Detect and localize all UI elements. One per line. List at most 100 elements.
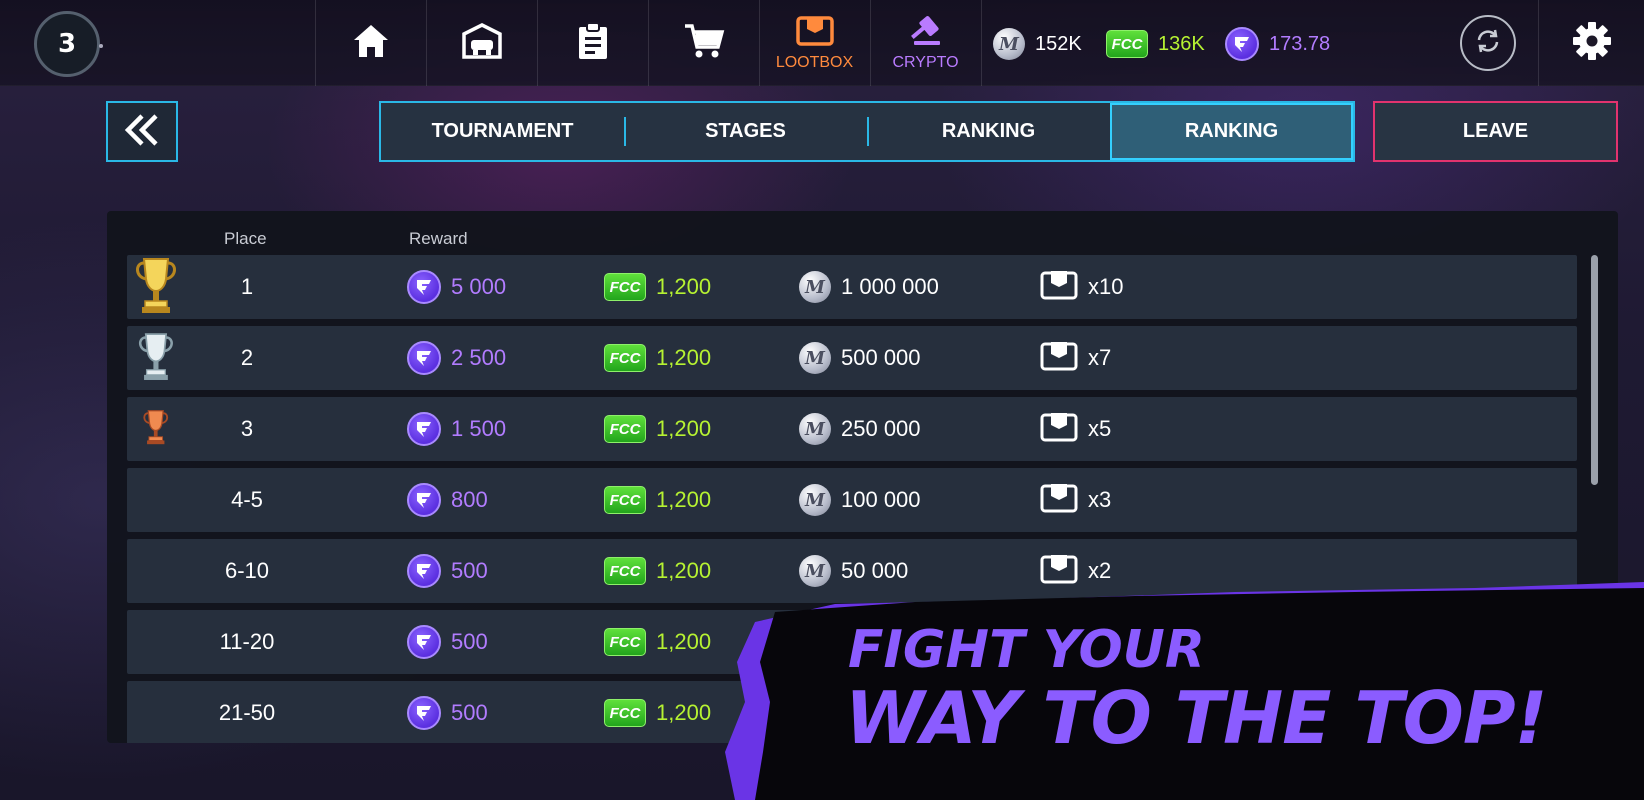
fv-token-icon <box>407 412 441 446</box>
column-header-reward: Reward <box>409 229 468 248</box>
player-level-badge[interactable]: 3 <box>34 11 103 77</box>
promo-headline-line1: FIGHT YOUR <box>848 620 1205 680</box>
place-value: 3 <box>240 416 254 441</box>
fv-token-icon <box>407 270 441 304</box>
lootbox-reward: x3 <box>1040 468 1111 532</box>
fcc-reward-value: 1,200 <box>656 558 712 583</box>
fcc-reward: FCC 1,200 <box>604 326 711 390</box>
tab-ranking[interactable]: RANKING <box>867 103 1110 160</box>
place-value: 1 <box>240 274 254 299</box>
promo-headline-line2: WAY TO THE TOP! <box>845 676 1547 760</box>
fcc-reward-value: 1,200 <box>656 416 712 441</box>
level-indicator-dot <box>99 44 103 48</box>
garage-icon <box>461 22 503 64</box>
nav-crypto-button[interactable]: CRYPTO <box>870 0 980 86</box>
fv-reward-value: 500 <box>451 558 488 583</box>
fcc-icon: FCC <box>604 699 646 727</box>
m-coins-balance: M 152K <box>993 28 1082 60</box>
fv-token-icon <box>1225 27 1259 61</box>
refresh-button[interactable] <box>1460 15 1516 71</box>
nav-crypto-label: CRYPTO <box>892 53 959 71</box>
fcc-value: 136K <box>1158 32 1205 55</box>
fcc-icon: FCC <box>604 415 646 443</box>
fv-balance: 173.78 <box>1225 27 1331 61</box>
tab-tournament[interactable]: TOURNAMENT <box>381 103 624 160</box>
fv-token-icon <box>407 483 441 517</box>
fcc-icon: FCC <box>604 273 646 301</box>
tab-ranking-rewards[interactable]: RANKING <box>1110 103 1353 160</box>
table-row: 1 5 000 FCC 1,200 M 1 000 000 x10 <box>127 255 1577 319</box>
fcc-reward-value: 1,200 <box>656 345 712 370</box>
refresh-icon <box>1473 26 1503 60</box>
fv-reward-value: 2 500 <box>451 345 507 370</box>
column-header-place: Place <box>224 229 267 248</box>
fcc-icon: FCC <box>604 486 646 514</box>
back-button[interactable] <box>106 101 178 162</box>
fcc-icon: FCC <box>604 344 646 372</box>
table-row: 3 1 500 FCC 1,200 M 250 000 x5 <box>127 397 1577 461</box>
lootbox-reward-value: x10 <box>1088 274 1124 299</box>
lootbox-reward-value: x5 <box>1088 416 1112 441</box>
fcc-reward-value: 1,200 <box>656 629 712 654</box>
m-coin-reward: M 500 000 <box>799 326 921 390</box>
tab-stages[interactable]: STAGES <box>624 103 867 160</box>
fcc-reward: FCC 1,200 <box>604 255 711 319</box>
m-coin-reward-value: 50 000 <box>841 558 909 583</box>
settings-button[interactable] <box>1538 0 1644 86</box>
fv-reward: 2 500 <box>407 326 506 390</box>
m-coin-reward-value: 1 000 000 <box>841 274 939 299</box>
m-coin-icon: M <box>799 271 831 303</box>
fcc-reward: FCC 1,200 <box>604 397 711 461</box>
lootbox-icon <box>795 15 835 51</box>
m-coins-value: 152K <box>1035 32 1082 55</box>
fcc-icon: FCC <box>1106 30 1148 58</box>
m-coin-icon: M <box>799 342 831 374</box>
nav-garage-button[interactable] <box>426 0 536 86</box>
place-value: 11-20 <box>219 629 275 654</box>
lootbox-icon <box>1040 340 1078 376</box>
lootbox-reward: x5 <box>1040 397 1111 461</box>
fv-token-icon <box>407 554 441 588</box>
lootbox-icon <box>1040 482 1078 518</box>
lootbox-icon <box>1040 411 1078 447</box>
fcc-reward: FCC 1,200 <box>604 539 711 603</box>
fcc-reward-value: 1,200 <box>656 487 712 512</box>
table-scrollbar[interactable] <box>1591 255 1598 485</box>
place-value: 21-50 <box>218 700 276 725</box>
fv-reward-value: 500 <box>451 629 488 654</box>
fcc-reward-value: 1,200 <box>656 274 712 299</box>
place-value: 6-10 <box>224 558 270 583</box>
cart-icon <box>683 22 725 64</box>
fv-value: 173.78 <box>1269 32 1331 55</box>
nav-home-button[interactable] <box>315 0 425 86</box>
fv-reward-value: 5 000 <box>451 274 507 299</box>
m-coin-reward: M 1 000 000 <box>799 255 939 319</box>
fv-token-icon <box>407 341 441 375</box>
lootbox-reward-value: x7 <box>1088 345 1112 370</box>
lootbox-icon <box>1040 269 1078 305</box>
m-coin-reward: M 100 000 <box>799 468 921 532</box>
lootbox-reward: x10 <box>1040 255 1123 319</box>
nav-tasks-button[interactable] <box>537 0 647 86</box>
m-coin-reward-value: 100 000 <box>841 487 921 512</box>
fcc-reward: FCC 1,200 <box>604 681 711 743</box>
fv-reward-value: 500 <box>451 700 488 725</box>
fcc-reward-value: 1,200 <box>656 700 712 725</box>
fv-reward: 5 000 <box>407 255 506 319</box>
lootbox-reward-value: x2 <box>1088 558 1112 583</box>
m-coin-icon: M <box>993 28 1025 60</box>
fcc-reward: FCC 1,200 <box>604 610 711 674</box>
leave-button[interactable]: LEAVE <box>1373 101 1618 162</box>
fv-reward-value: 1 500 <box>451 416 507 441</box>
fv-reward: 1 500 <box>407 397 506 461</box>
place-value: 2 <box>240 345 254 370</box>
table-row: 2 2 500 FCC 1,200 M 500 000 x7 <box>127 326 1577 390</box>
clipboard-icon <box>576 21 610 65</box>
fv-reward: 800 <box>407 468 488 532</box>
fcc-balance: FCC 136K <box>1106 28 1205 60</box>
fv-reward-value: 800 <box>451 487 488 512</box>
table-row: 4-5 800 FCC 1,200 M 100 000 x3 <box>127 468 1577 532</box>
nav-shop-button[interactable] <box>648 0 758 86</box>
tournament-tabs: TOURNAMENT STAGES RANKING RANKING <box>379 101 1355 162</box>
nav-lootbox-button[interactable]: LOOTBOX <box>759 0 869 86</box>
